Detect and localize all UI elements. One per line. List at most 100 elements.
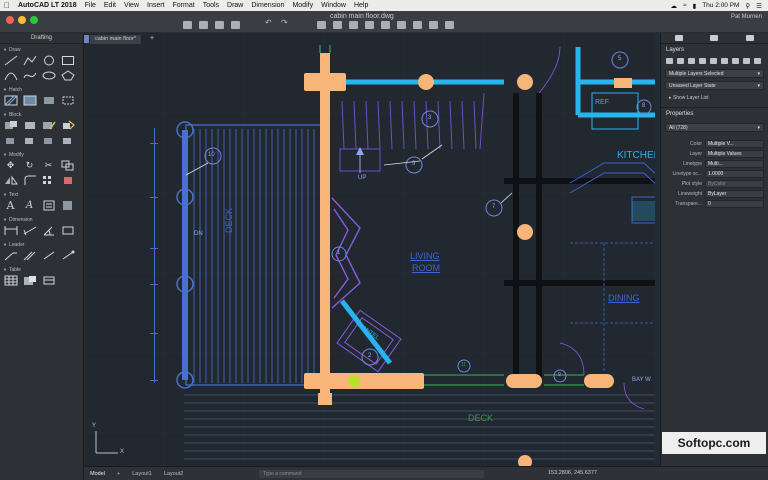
gradient-icon[interactable] (22, 94, 37, 106)
menu-format[interactable]: Format (173, 2, 195, 9)
polygon-icon[interactable] (60, 69, 75, 81)
data-link-icon[interactable] (41, 274, 56, 286)
section-table-header[interactable]: ▼ Table (3, 266, 80, 274)
insert-block-icon[interactable] (3, 119, 18, 131)
rotate-icon[interactable]: ↻ (22, 159, 37, 171)
tab-layout1[interactable]: Layout1 (126, 471, 158, 477)
aligned-dim-icon[interactable] (22, 224, 37, 236)
menu-list-icon[interactable]: ☰ (756, 2, 762, 10)
boundary-icon[interactable] (60, 94, 75, 106)
attribute-icon[interactable] (60, 119, 75, 131)
align-leader-icon[interactable] (41, 249, 56, 261)
undo-icon[interactable]: ↶ (265, 18, 274, 27)
table-style-icon[interactable] (22, 274, 37, 286)
add-tab-icon[interactable]: + (150, 35, 154, 42)
battery-icon[interactable]: ▮ (693, 2, 697, 10)
wifi-icon[interactable]: ≈ (683, 2, 687, 9)
section-block-header[interactable]: ▼ Block (3, 111, 80, 119)
prop-color-value[interactable]: Multiple V... (705, 140, 764, 148)
menu-window[interactable]: Window (321, 2, 346, 9)
tab-layout2[interactable]: Layout2 (158, 471, 190, 477)
line-icon[interactable] (3, 54, 18, 66)
layer-match-icon[interactable] (743, 58, 750, 64)
menu-help[interactable]: Help (354, 2, 368, 9)
multiline-text-icon[interactable]: A (3, 199, 18, 212)
menu-edit[interactable]: Edit (104, 2, 116, 9)
single-text-icon[interactable]: A (22, 199, 37, 211)
layer-freeze-icon[interactable] (699, 58, 706, 64)
tab-model[interactable]: Model (84, 471, 111, 477)
prop-linetype-scale-value[interactable]: 1.0000 (705, 170, 764, 178)
block-small-3-icon[interactable] (41, 134, 56, 146)
erase-icon[interactable] (60, 174, 75, 186)
section-leader-header[interactable]: ▼ Leader (3, 241, 80, 249)
text-style-icon[interactable] (41, 199, 56, 211)
mirror-icon[interactable] (3, 174, 18, 186)
layer-delete-icon[interactable] (677, 58, 684, 64)
zoom-window-button[interactable] (30, 16, 38, 24)
search-icon[interactable]: ⚲ (745, 2, 750, 10)
angular-dim-icon[interactable] (41, 224, 56, 236)
layers-tab-icon[interactable] (674, 35, 683, 41)
edit-block-icon[interactable] (41, 119, 56, 131)
new-file-icon[interactable] (183, 21, 192, 29)
menu-dimension[interactable]: Dimension (251, 2, 284, 9)
app-menu[interactable]: AutoCAD LT 2018 (18, 2, 77, 9)
menu-insert[interactable]: Insert (147, 2, 165, 9)
add-layout-button[interactable]: + (111, 471, 126, 477)
cloud-icon[interactable]: ☁ (671, 2, 678, 10)
user-account[interactable]: Pat Murnen (731, 14, 762, 20)
region-icon[interactable] (41, 94, 56, 106)
publish-icon[interactable] (333, 21, 342, 29)
prop-transparency-value[interactable]: 0 (705, 200, 764, 208)
layer-state-dropdown[interactable]: Unsaved Layer State ▾ (665, 81, 764, 90)
menu-file[interactable]: File (85, 2, 96, 9)
layer-off-icon[interactable] (721, 58, 728, 64)
prop-lineweight-value[interactable]: ByLayer (705, 190, 764, 198)
prop-linetype-value[interactable]: Multi... (705, 160, 764, 168)
menu-tools[interactable]: Tools (203, 2, 219, 9)
layer-new-icon[interactable] (666, 58, 673, 64)
grip-point[interactable] (348, 375, 360, 387)
open-file-icon[interactable] (199, 21, 208, 29)
layer-current-icon[interactable] (688, 58, 695, 64)
command-line[interactable]: Type a command (259, 470, 484, 478)
minimize-window-button[interactable] (18, 16, 26, 24)
save-icon[interactable] (215, 21, 224, 29)
prop-layer-value[interactable]: Multiple Values (705, 150, 764, 158)
file-tab[interactable]: cabin main floor* (90, 35, 141, 44)
array-icon[interactable] (41, 174, 56, 186)
layer-isolate-icon[interactable] (732, 58, 739, 64)
layer-lock-icon[interactable] (710, 58, 717, 64)
circle-icon[interactable] (41, 54, 56, 66)
section-hatch-header[interactable]: ▼ Hatch (3, 86, 80, 94)
ellipse-icon[interactable] (41, 69, 56, 81)
block-small-1-icon[interactable] (3, 134, 18, 146)
block-small-4-icon[interactable] (60, 134, 75, 146)
radius-dim-icon[interactable] (60, 224, 75, 236)
move-icon[interactable]: ✥ (3, 159, 18, 171)
palette-title[interactable]: Drafting (0, 33, 83, 44)
trim-icon[interactable]: ✂ (41, 159, 56, 171)
collect-leader-icon[interactable] (60, 249, 75, 261)
file-tab-grid-icon[interactable] (84, 35, 89, 43)
section-dimension-header[interactable]: ▼ Dimension (3, 216, 80, 224)
help-icon[interactable] (445, 21, 454, 29)
arc-icon[interactable] (3, 69, 18, 81)
plot-icon[interactable] (317, 21, 326, 29)
tools-icon[interactable] (397, 21, 406, 29)
selection-filter-dropdown[interactable]: All (728) ▾ (665, 123, 764, 132)
menu-modify[interactable]: Modify (292, 2, 313, 9)
export-icon[interactable] (381, 21, 390, 29)
hatch-icon[interactable] (3, 94, 18, 106)
polyline-icon[interactable] (22, 54, 37, 66)
redo-icon[interactable]: ↷ (281, 18, 290, 27)
workspace-icon[interactable] (349, 21, 358, 29)
rectangle-icon[interactable] (60, 54, 75, 66)
clock[interactable]: Thu 2:00 PM (702, 2, 739, 9)
properties-tab-icon[interactable] (746, 35, 755, 41)
create-block-icon[interactable] (22, 119, 37, 131)
share-icon[interactable] (365, 21, 374, 29)
linear-dim-icon[interactable] (3, 224, 18, 236)
show-layer-list-toggle[interactable]: ▸ Show Layer List (661, 93, 768, 103)
